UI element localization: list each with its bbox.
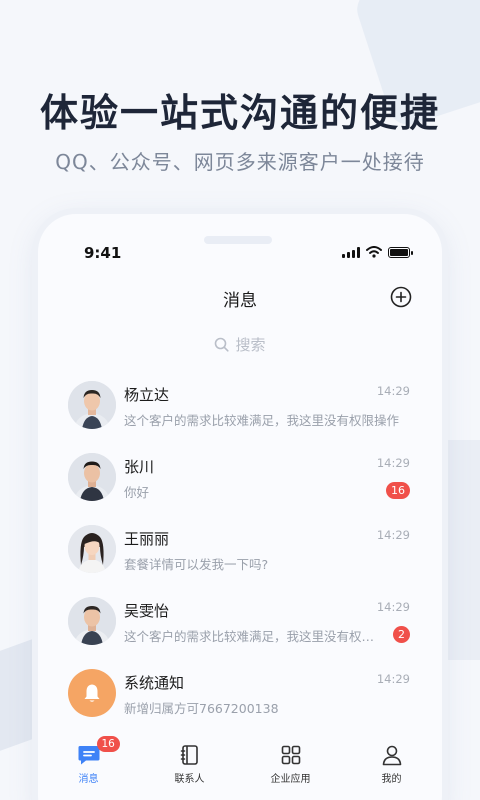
message-preview: 这个客户的需求比较难满足，我这里没有权限操作 xyxy=(124,413,400,428)
avatar xyxy=(68,381,116,429)
battery-icon xyxy=(388,246,413,258)
tab-messages[interactable]: 16 消息 xyxy=(49,736,129,785)
tab-label: 联系人 xyxy=(174,774,205,785)
conversation-item[interactable]: 张川 你好 14:29 16 xyxy=(38,442,442,514)
message-time: 14:29 xyxy=(376,600,410,614)
search-icon xyxy=(215,337,230,352)
avatar xyxy=(68,525,116,573)
message-preview: 这个客户的需求比较难满足，我这里没有权限操作 xyxy=(124,629,386,644)
tab-bar: 16 消息 联系人 企业应用 我的 xyxy=(38,734,442,794)
tab-me[interactable]: 我的 xyxy=(352,744,432,785)
phone-speaker xyxy=(204,236,272,244)
contact-name: 系统通知 xyxy=(124,674,185,692)
message-time: 14:29 xyxy=(376,384,410,398)
contact-name: 杨立达 xyxy=(124,386,170,404)
search-placeholder: 搜索 xyxy=(235,335,266,354)
tab-label: 企业应用 xyxy=(270,774,311,785)
background-brush-decoration xyxy=(440,440,480,660)
contact-name: 吴雯怡 xyxy=(124,602,170,620)
search-bar[interactable]: 搜索 xyxy=(68,330,412,358)
conversation-item[interactable]: 杨立达 这个客户的需求比较难满足，我这里没有权限操作 14:29 xyxy=(38,370,442,442)
contacts-book-icon xyxy=(180,745,198,765)
avatar xyxy=(68,669,116,717)
conversation-list: 杨立达 这个客户的需求比较难满足，我这里没有权限操作 14:29 张川 你好 1… xyxy=(38,370,442,730)
tab-label: 消息 xyxy=(78,774,99,785)
message-preview: 套餐详情可以发我一下吗? xyxy=(124,557,269,572)
conversation-item-system[interactable]: 系统通知 新增归属方可7667200138 14:29 xyxy=(38,658,442,730)
tab-label: 我的 xyxy=(381,774,402,785)
message-time: 14:29 xyxy=(376,528,410,542)
person-icon xyxy=(382,745,401,766)
avatar xyxy=(68,597,116,645)
bell-icon xyxy=(84,684,100,702)
tab-contacts[interactable]: 联系人 xyxy=(150,744,230,785)
message-preview: 你好 xyxy=(124,485,150,500)
unread-badge: 16 xyxy=(386,482,410,499)
contact-name: 王丽丽 xyxy=(124,530,170,548)
conversation-item[interactable]: 王丽丽 套餐详情可以发我一下吗? 14:29 xyxy=(38,514,442,586)
status-time: 9:41 xyxy=(84,244,122,262)
tab-enterprise-apps[interactable]: 企业应用 xyxy=(251,744,331,785)
contact-name: 张川 xyxy=(124,458,155,476)
plus-circle-icon[interactable] xyxy=(390,286,412,308)
message-time: 14:29 xyxy=(376,456,410,470)
promo-subline: QQ、公众号、网页多来源客户一处接待 xyxy=(55,150,425,174)
status-icons xyxy=(342,246,413,258)
wifi-icon xyxy=(366,246,382,258)
unread-badge: 2 xyxy=(393,626,410,643)
grid-apps-icon xyxy=(281,745,300,765)
message-preview: 新增归属方可7667200138 xyxy=(124,701,279,716)
conversation-item[interactable]: 吴雯怡 这个客户的需求比较难满足，我这里没有权限操作 14:29 2 xyxy=(38,586,442,658)
promo-headline: 体验一站式沟通的便捷 xyxy=(39,91,440,135)
page-title: 消息 xyxy=(223,291,257,311)
tab-unread-badge: 16 xyxy=(96,736,120,752)
avatar xyxy=(68,453,116,501)
signal-icon xyxy=(342,246,360,258)
message-time: 14:29 xyxy=(376,672,410,686)
phone-mockup: 9:41 消息 搜索 杨立达 这个客户的需求比较难满足，我这里没有权限操作 14… xyxy=(38,214,442,800)
